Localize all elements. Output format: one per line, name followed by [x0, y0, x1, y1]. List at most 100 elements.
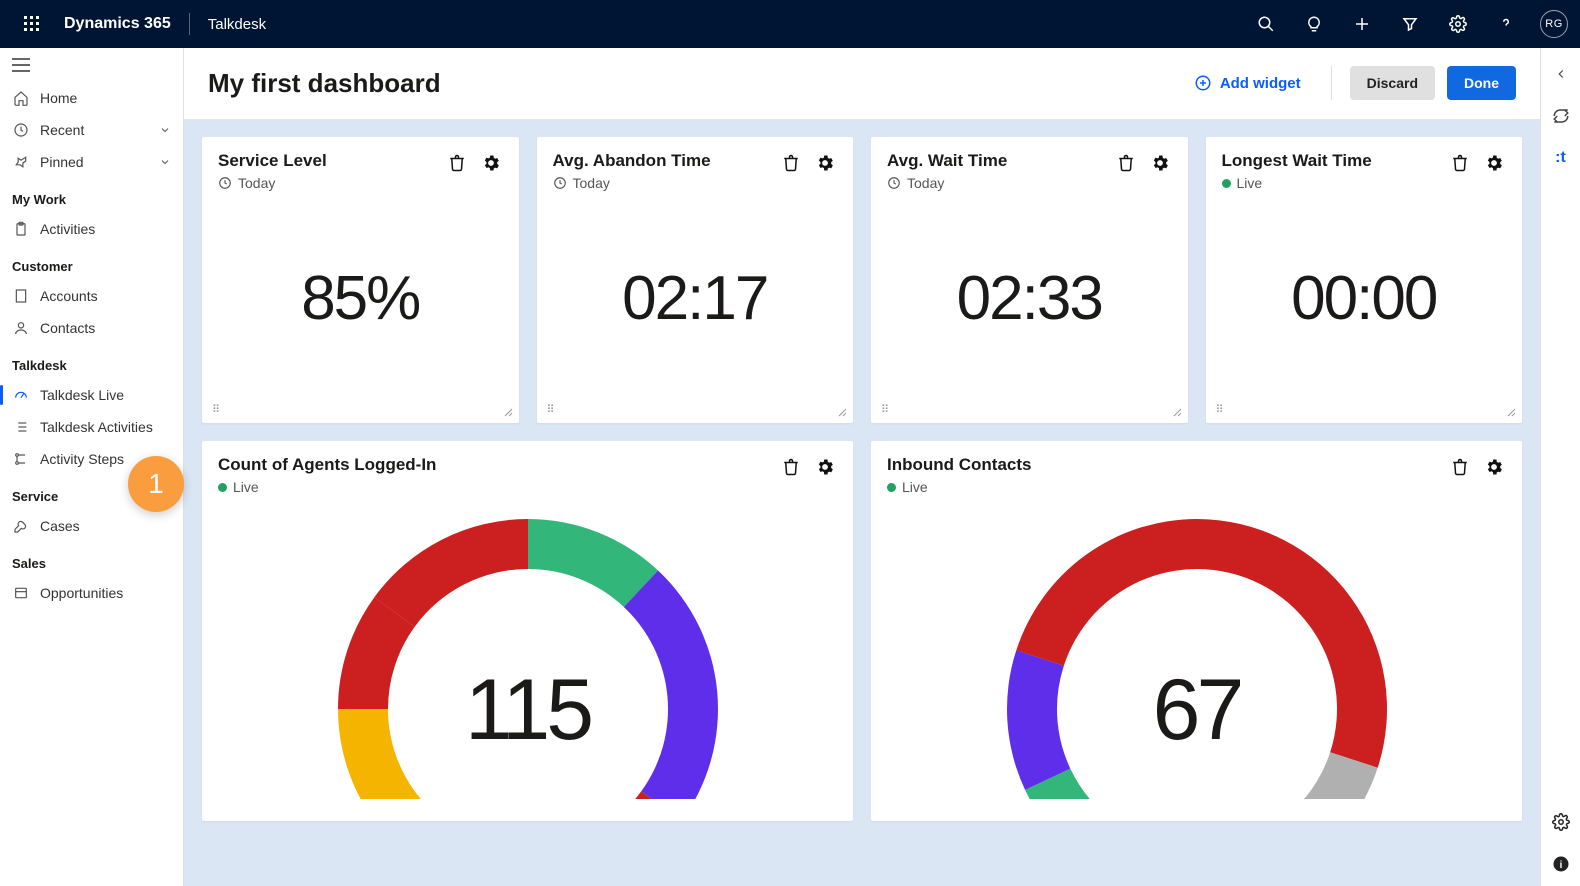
- search-icon[interactable]: [1246, 4, 1286, 44]
- dashboard-canvas: Service Level Today 85% ⠿ Avg. Abandon T…: [184, 119, 1540, 886]
- home-icon: [12, 89, 30, 107]
- donut-center-value: 115: [465, 661, 590, 760]
- kpi-value: 00:00: [1291, 263, 1436, 334]
- card-subtitle: Today: [238, 175, 275, 191]
- resize-handle-icon[interactable]: [1504, 405, 1516, 417]
- delete-widget-icon[interactable]: [779, 151, 803, 175]
- widget-settings-icon[interactable]: [479, 151, 503, 175]
- add-widget-label: Add widget: [1220, 75, 1301, 92]
- clock-icon: [553, 176, 567, 190]
- app-launcher-icon[interactable]: [12, 4, 52, 44]
- clipboard-icon: [12, 220, 30, 238]
- help-icon[interactable]: [1486, 4, 1526, 44]
- global-header: Dynamics 365 Talkdesk RG: [0, 0, 1580, 48]
- nav-item-contacts[interactable]: Contacts: [0, 312, 183, 344]
- drag-handle-icon[interactable]: ⠿: [1216, 407, 1225, 413]
- widget-settings-icon[interactable]: [813, 151, 837, 175]
- kpi-card: Service Level Today 85% ⠿: [202, 137, 519, 423]
- nav-item-activities[interactable]: Activities: [0, 213, 183, 245]
- user-initials: RG: [1545, 18, 1563, 30]
- delete-widget-icon[interactable]: [1448, 455, 1472, 479]
- delete-widget-icon[interactable]: [779, 455, 803, 479]
- resize-handle-icon[interactable]: [501, 405, 513, 417]
- nav-label: Pinned: [40, 154, 84, 170]
- card-title: Inbound Contacts: [887, 455, 1031, 475]
- talkdesk-rail-icon[interactable]: :t: [1549, 146, 1573, 170]
- nav-item-cases[interactable]: Cases: [0, 510, 183, 542]
- rail-settings-icon[interactable]: [1549, 810, 1573, 834]
- gauge-icon: [12, 386, 30, 404]
- building-icon: [12, 287, 30, 305]
- clock-icon: [218, 176, 232, 190]
- right-rail: :t i: [1540, 48, 1580, 886]
- widget-settings-icon[interactable]: [813, 455, 837, 479]
- nav-label: Talkdesk Live: [40, 387, 124, 403]
- nav-toggle-icon[interactable]: [0, 48, 183, 82]
- brand-name: Dynamics 365: [64, 15, 171, 33]
- card-subtitle: Live: [233, 479, 259, 495]
- chevron-down-icon: [159, 156, 171, 168]
- add-widget-button[interactable]: Add widget: [1182, 68, 1313, 98]
- card-subtitle: Today: [907, 175, 944, 191]
- drag-handle-icon[interactable]: ⠿: [212, 407, 221, 413]
- discard-button[interactable]: Discard: [1350, 66, 1435, 100]
- page-header: My first dashboard Add widget Discard Do…: [184, 48, 1540, 119]
- nav-label: Activities: [40, 221, 95, 237]
- kpi-value: 02:17: [622, 263, 767, 334]
- resize-handle-icon[interactable]: [1170, 405, 1182, 417]
- donut-center-value: 67: [1153, 661, 1241, 760]
- steps-icon: [12, 450, 30, 468]
- nav-section-title: My Work: [0, 178, 183, 213]
- kpi-value: 85%: [301, 263, 419, 334]
- annotation-marker: 1: [128, 456, 184, 512]
- nav-label: Contacts: [40, 320, 95, 336]
- nav-item-pinned[interactable]: Pinned: [0, 146, 183, 178]
- live-dot-icon: [887, 483, 896, 492]
- list-icon: [12, 418, 30, 436]
- nav-item-talkdesk-live[interactable]: Talkdesk Live: [0, 379, 183, 411]
- nav-label: Cases: [40, 518, 80, 534]
- kpi-card: Avg. Abandon Time Today 02:17 ⠿: [537, 137, 854, 423]
- header-divider: [1331, 66, 1332, 100]
- card-title: Avg. Wait Time: [887, 151, 1007, 171]
- add-icon[interactable]: [1342, 4, 1382, 44]
- user-avatar[interactable]: RG: [1540, 10, 1568, 38]
- nav-item-recent[interactable]: Recent: [0, 114, 183, 146]
- done-button[interactable]: Done: [1447, 66, 1516, 100]
- kpi-card: Avg. Wait Time Today 02:33 ⠿: [871, 137, 1188, 423]
- sync-icon[interactable]: [1549, 104, 1573, 128]
- drag-handle-icon[interactable]: ⠿: [881, 407, 890, 413]
- wrench-icon: [12, 517, 30, 535]
- nav-item-talkdesk-activities[interactable]: Talkdesk Activities: [0, 411, 183, 443]
- live-dot-icon: [1222, 179, 1231, 188]
- person-icon: [12, 319, 30, 337]
- donut-chart: 115: [218, 495, 837, 803]
- card-title: Longest Wait Time: [1222, 151, 1372, 171]
- drag-handle-icon[interactable]: ⠿: [547, 407, 556, 413]
- collapse-rail-icon[interactable]: [1549, 62, 1573, 86]
- nav-label: Activity Steps: [40, 451, 124, 467]
- app-name: Talkdesk: [208, 16, 266, 33]
- pin-icon: [12, 153, 30, 171]
- chart-card: Count of Agents Logged-In Live 115: [202, 441, 853, 821]
- nav-item-opportunities[interactable]: Opportunities: [0, 577, 183, 609]
- widget-settings-icon[interactable]: [1148, 151, 1172, 175]
- delete-widget-icon[interactable]: [1114, 151, 1138, 175]
- delete-widget-icon[interactable]: [445, 151, 469, 175]
- widget-settings-icon[interactable]: [1482, 151, 1506, 175]
- main-content: My first dashboard Add widget Discard Do…: [184, 48, 1540, 886]
- nav-item-accounts[interactable]: Accounts: [0, 280, 183, 312]
- card-title: Avg. Abandon Time: [553, 151, 711, 171]
- delete-widget-icon[interactable]: [1448, 151, 1472, 175]
- settings-icon[interactable]: [1438, 4, 1478, 44]
- idea-icon[interactable]: [1294, 4, 1334, 44]
- nav-item-home[interactable]: Home: [0, 82, 183, 114]
- card-subtitle: Live: [902, 479, 928, 495]
- filter-icon[interactable]: [1390, 4, 1430, 44]
- nav-section-title: Talkdesk: [0, 344, 183, 379]
- resize-handle-icon[interactable]: [835, 405, 847, 417]
- kpi-card: Longest Wait Time Live 00:00 ⠿: [1206, 137, 1523, 423]
- widget-settings-icon[interactable]: [1482, 455, 1506, 479]
- rail-info-icon[interactable]: i: [1549, 852, 1573, 876]
- donut-chart: 67: [887, 495, 1506, 803]
